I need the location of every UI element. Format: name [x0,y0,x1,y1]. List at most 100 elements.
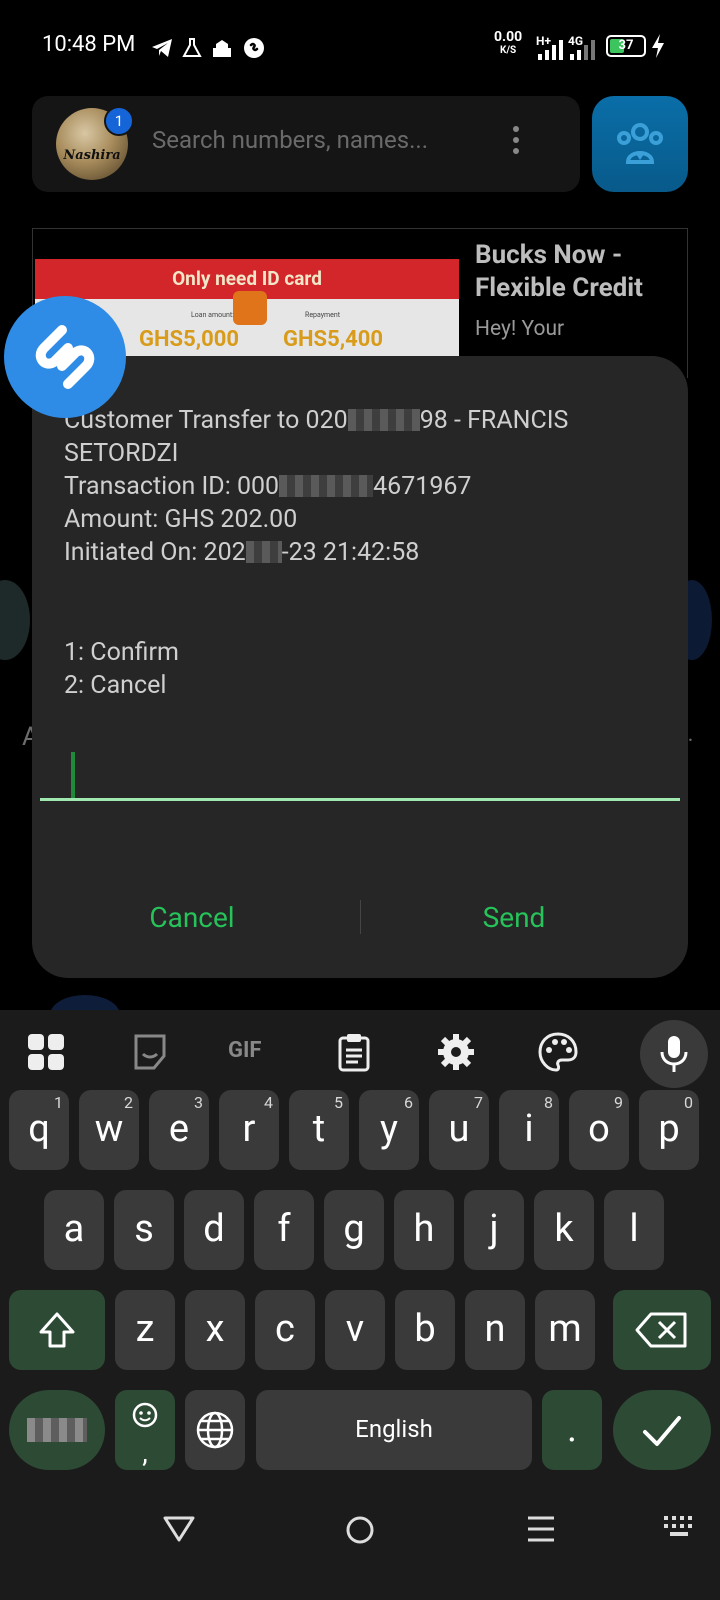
key-hint: 2 [124,1093,133,1112]
text-cursor [71,752,75,800]
key-o[interactable]: o9 [569,1090,629,1170]
sticker-icon[interactable] [128,1030,172,1074]
ad-loan-amount: GHS5,000 [139,327,239,352]
shift-key[interactable] [9,1290,105,1370]
redacted-mask [27,1418,87,1442]
shazam-status-icon [244,38,264,58]
signal-icon-2 [570,40,595,60]
key-y[interactable]: y6 [359,1090,419,1170]
back-icon[interactable] [162,1514,196,1544]
key-i[interactable]: i8 [499,1090,559,1170]
space-key[interactable]: English [256,1390,532,1470]
enter-key[interactable] [613,1390,711,1470]
theme-palette-icon[interactable] [536,1030,580,1074]
signal-icon [538,40,563,60]
period-key[interactable]: . [542,1390,602,1470]
net-speed: 0.00 K/S [494,29,523,56]
ussd-options: 1: Confirm 2: Cancel [64,636,179,702]
ussd-dialog: Customer Transfer to 020 98 - FRANCIS SET… [32,356,688,978]
key-l[interactable]: l [604,1190,664,1270]
option-cancel: 2: Cancel [64,671,167,700]
key-v[interactable]: v [325,1290,385,1370]
language-key[interactable] [185,1390,245,1470]
check-icon [643,1416,681,1446]
contacts-icon [617,123,663,164]
key-hint: 6 [404,1093,413,1112]
ad-repay-amount: GHS5,400 [283,327,383,352]
apps-grid-icon[interactable] [24,1030,68,1074]
key-m[interactable]: m [535,1290,595,1370]
key-c[interactable]: c [255,1290,315,1370]
option-confirm: 1: Confirm [64,638,179,667]
key-hint: 4 [264,1093,273,1112]
key-hint: 8 [544,1093,553,1112]
home-icon[interactable] [344,1514,376,1546]
settings-gear-icon[interactable] [434,1030,478,1074]
battery-icon: 37 [606,35,646,57]
ussd-message: Customer Transfer to 020 98 - FRANCIS SET… [64,406,569,567]
key-hint: 5 [334,1093,343,1112]
microphone-icon [660,1036,688,1072]
key-p[interactable]: p0 [639,1090,699,1170]
button-divider [360,900,361,934]
key-b[interactable]: b [395,1290,455,1370]
cancel-button[interactable]: Cancel [82,896,302,940]
shift-icon [39,1312,75,1348]
navigation-bar [0,1500,720,1600]
key-h[interactable]: h [394,1190,454,1270]
notification-badge: 1 [104,106,134,136]
key-hint: 9 [614,1093,623,1112]
recents-icon[interactable] [526,1514,556,1544]
ad-subtitle: Hey! Your [475,317,565,341]
key-t[interactable]: t5 [289,1090,349,1170]
key-r[interactable]: r4 [219,1090,279,1170]
backspace-icon [635,1312,687,1348]
key-x[interactable]: x [185,1290,245,1370]
key-hint: 1 [54,1093,63,1112]
key-q[interactable]: q1 [9,1090,69,1170]
redacted-mask [245,541,282,563]
background-peek-left [0,580,30,660]
globe-icon [196,1411,234,1449]
key-hint: 0 [684,1093,693,1112]
key-f[interactable]: f [254,1190,314,1270]
telegram-icon [152,39,172,57]
ussd-reply-input[interactable] [40,798,680,801]
charging-bolt-icon [652,34,664,58]
status-time: 10:48 PM [42,32,136,57]
gif-icon[interactable]: GIF [228,1038,262,1063]
status-bar: 10:48 PM 0.00 K/S H+ 4G 37 [0,0,720,92]
ad-logo-icon [233,291,267,325]
mosque-icon [213,40,231,57]
key-w[interactable]: w2 [79,1090,139,1170]
redacted-mask [347,409,420,431]
send-button[interactable]: Send [404,896,624,940]
voice-input-button[interactable] [640,1020,708,1088]
more-options-icon[interactable] [510,126,522,162]
key-a[interactable]: a [44,1190,104,1270]
key-n[interactable]: n [465,1290,525,1370]
flask-icon [182,38,202,57]
key-u[interactable]: u7 [429,1090,489,1170]
ad-title: Bucks Now - Flexible Credit [475,240,643,303]
redacted-mask [279,475,374,497]
search-bar[interactable]: Nashira 1 Search numbers, names... [32,96,580,192]
backspace-key[interactable] [613,1290,711,1370]
key-j[interactable]: j [464,1190,524,1270]
key-g[interactable]: g [324,1190,384,1270]
key-e[interactable]: e3 [149,1090,209,1170]
comma-label: , [142,1436,148,1469]
key-k[interactable]: k [534,1190,594,1270]
numbers-switch-key[interactable] [9,1390,105,1470]
contacts-button[interactable] [592,96,688,192]
key-hint: 7 [474,1093,483,1112]
key-z[interactable]: z [115,1290,175,1370]
shazam-icon [35,325,95,389]
keyboard-hide-icon[interactable] [662,1514,698,1542]
shazam-bubble[interactable] [4,296,126,418]
clipboard-icon[interactable] [332,1030,376,1074]
key-s[interactable]: s [114,1190,174,1270]
search-input[interactable]: Search numbers, names... [152,126,428,154]
emoji-key[interactable]: , [115,1390,175,1470]
key-d[interactable]: d [184,1190,244,1270]
